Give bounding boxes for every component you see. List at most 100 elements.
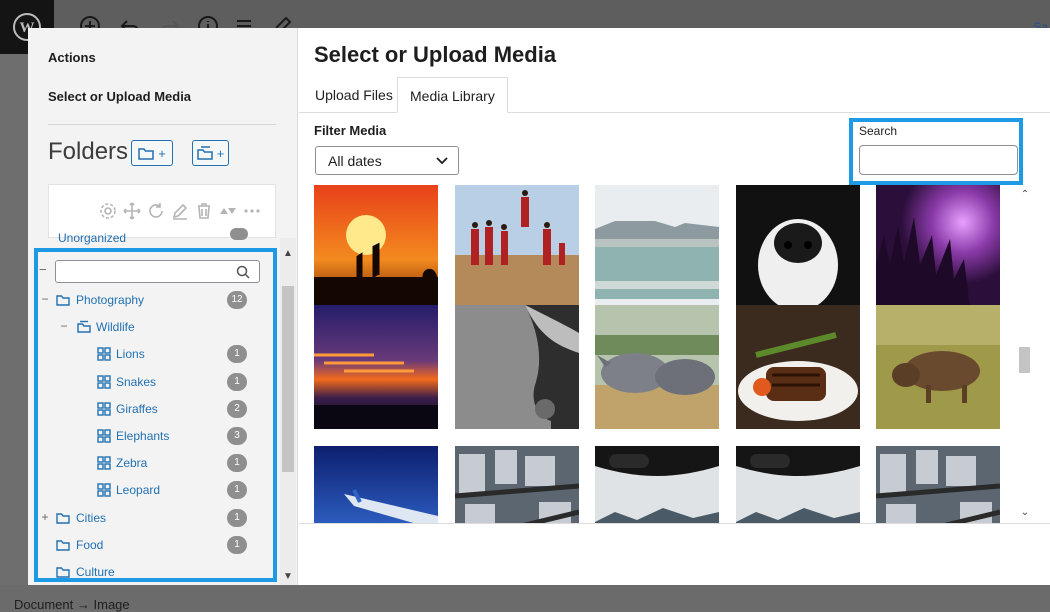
city-aerial-image bbox=[455, 446, 579, 525]
sidebar-scroll-thumb[interactable] bbox=[282, 286, 294, 472]
search-label: Search bbox=[859, 124, 898, 138]
gallery-icon bbox=[97, 456, 111, 470]
media-item[interactable] bbox=[736, 305, 860, 429]
count-badge: 2 bbox=[227, 399, 247, 418]
count-badge: 1 bbox=[227, 372, 247, 391]
tree-collapse-toggle[interactable]: − bbox=[39, 262, 47, 277]
folder-icon bbox=[56, 293, 70, 307]
mountain-window-2-image bbox=[736, 446, 860, 525]
refresh-icon[interactable] bbox=[147, 202, 165, 220]
tab-media-library[interactable]: Media Library bbox=[397, 77, 508, 113]
media-item[interactable] bbox=[736, 185, 860, 309]
tree-row-wildlife[interactable]: − Wildlife bbox=[38, 317, 273, 337]
menu-actions[interactable]: Actions bbox=[48, 50, 96, 65]
media-item[interactable] bbox=[314, 305, 438, 429]
rhinos-image bbox=[595, 305, 719, 429]
modal-title: Select or Upload Media bbox=[314, 42, 557, 67]
tree-row-zebra[interactable]: Zebra 1 bbox=[38, 453, 273, 473]
grid-scroll-down-icon[interactable]: ⌄ bbox=[1019, 507, 1031, 519]
gallery-icon bbox=[97, 402, 111, 416]
media-item[interactable] bbox=[314, 446, 438, 525]
folder-icon bbox=[56, 538, 70, 552]
category-folder-icon bbox=[196, 146, 213, 160]
count-badge: 1 bbox=[227, 454, 247, 473]
tree-row-leopard[interactable]: Leopard 1 bbox=[38, 480, 273, 500]
sidebar-scrollbar[interactable]: ▲ ▼ bbox=[280, 238, 296, 585]
tree-row-elephants[interactable]: Elephants 3 bbox=[38, 426, 273, 446]
folder-icon bbox=[138, 147, 154, 160]
city-aerial-2-image bbox=[876, 446, 1000, 525]
tree-label: Photography bbox=[76, 293, 145, 307]
filter-dates-select[interactable]: All dates bbox=[315, 146, 459, 175]
media-item[interactable] bbox=[876, 305, 1000, 429]
tree-label: Cities bbox=[76, 510, 107, 525]
tree-row-partial[interactable]: Unorganized bbox=[58, 231, 126, 245]
gallery-icon bbox=[97, 429, 111, 443]
elephant-trunk-image bbox=[455, 305, 579, 429]
scroll-down-arrow-icon[interactable]: ▼ bbox=[282, 571, 294, 583]
media-item[interactable] bbox=[876, 446, 1000, 525]
media-search-input[interactable] bbox=[859, 145, 1018, 175]
media-item[interactable] bbox=[595, 185, 719, 309]
tree-toggle-cities[interactable]: + bbox=[39, 510, 51, 524]
tab-upload-files[interactable]: Upload Files bbox=[303, 77, 405, 113]
new-category-button[interactable]: + bbox=[192, 140, 229, 166]
tree-toggle-wildlife[interactable]: − bbox=[58, 319, 70, 333]
partial-count-badge bbox=[230, 228, 248, 240]
more-options-icon[interactable] bbox=[243, 202, 261, 220]
new-folder-button[interactable]: + bbox=[131, 140, 173, 166]
search-highlight: Search bbox=[849, 118, 1023, 185]
media-item[interactable] bbox=[595, 305, 719, 429]
mountain-window-image bbox=[595, 446, 719, 525]
category-folder-icon bbox=[77, 320, 91, 334]
media-item[interactable] bbox=[455, 446, 579, 525]
tree-search-input[interactable] bbox=[56, 261, 231, 282]
tree-row-food[interactable]: Food 1 bbox=[38, 535, 273, 555]
menu-select-upload-media[interactable]: Select or Upload Media bbox=[48, 89, 191, 104]
warthog-image bbox=[876, 305, 1000, 429]
tree-label: Snakes bbox=[116, 374, 157, 389]
tree-toggle-photography[interactable]: − bbox=[39, 292, 51, 306]
tree-row-culture[interactable]: Culture bbox=[38, 562, 273, 578]
modal-footer bbox=[299, 523, 1050, 585]
filter-selected-value: All dates bbox=[328, 153, 382, 169]
tree-row-snakes[interactable]: Snakes 1 bbox=[38, 372, 273, 392]
scroll-up-arrow-icon[interactable]: ▲ bbox=[282, 248, 294, 260]
folders-title: Folders bbox=[48, 138, 129, 165]
tree-label: Wildlife bbox=[96, 320, 135, 335]
tree-label: Giraffes bbox=[116, 401, 158, 416]
gallery-icon bbox=[97, 347, 111, 362]
media-item[interactable] bbox=[595, 446, 719, 525]
media-item[interactable] bbox=[455, 305, 579, 429]
table-mountain-image bbox=[595, 185, 719, 309]
maasai-jumping-image bbox=[455, 185, 579, 309]
rename-icon[interactable] bbox=[171, 202, 189, 220]
media-modal: Actions Select or Upload Media Folders +… bbox=[28, 28, 1050, 585]
tree-label: Food bbox=[76, 537, 104, 552]
editor-status-bar bbox=[0, 585, 1050, 610]
gallery-icon bbox=[97, 483, 111, 498]
count-badge: 1 bbox=[227, 481, 247, 500]
media-item[interactable] bbox=[455, 185, 579, 309]
search-icon bbox=[236, 265, 250, 279]
folder-icon bbox=[56, 511, 70, 525]
sunset-giraffes-image bbox=[314, 185, 438, 309]
tree-row-lions[interactable]: Lions 1 bbox=[38, 344, 273, 364]
settings-icon[interactable] bbox=[99, 202, 117, 220]
airplane-wing-image bbox=[314, 446, 438, 525]
grid-scroll-thumb[interactable] bbox=[1019, 347, 1030, 373]
sort-icon[interactable] bbox=[219, 202, 237, 220]
move-icon[interactable] bbox=[123, 202, 141, 220]
tree-row-giraffes[interactable]: Giraffes 2 bbox=[38, 399, 273, 419]
media-item[interactable] bbox=[314, 185, 438, 309]
count-badge: 1 bbox=[227, 508, 247, 527]
grid-scroll-up-icon[interactable]: ⌃ bbox=[1019, 189, 1031, 201]
trash-icon[interactable] bbox=[195, 202, 213, 220]
tree-row-cities[interactable]: + Cities 1 bbox=[38, 508, 273, 528]
tree-row-photography[interactable]: − Photography 12 bbox=[38, 290, 273, 310]
media-item[interactable] bbox=[736, 446, 860, 525]
filter-media-label: Filter Media bbox=[314, 123, 387, 138]
sunset-sky-image bbox=[314, 305, 438, 429]
media-item[interactable] bbox=[876, 185, 1000, 309]
media-grid-scrollbar[interactable]: ⌃ ⌄ bbox=[1017, 185, 1032, 523]
